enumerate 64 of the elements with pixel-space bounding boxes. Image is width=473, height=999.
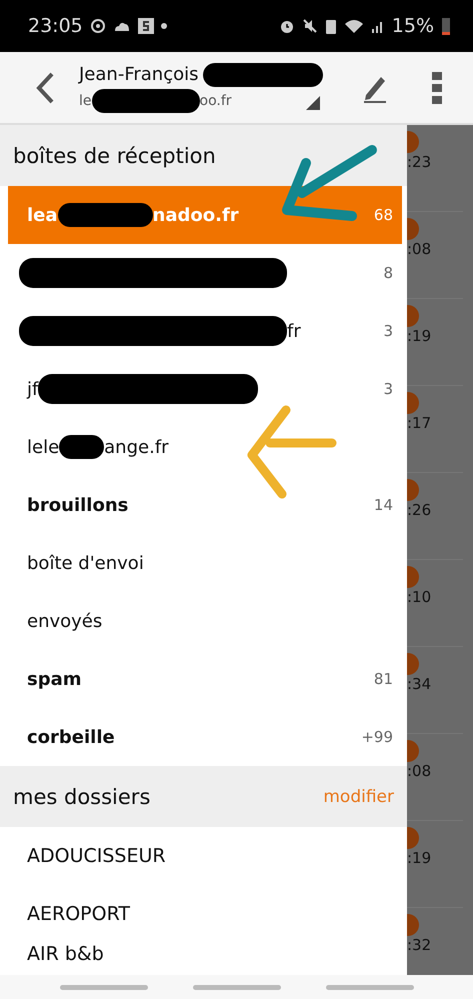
account-label: lele (27, 436, 60, 458)
battery-level: 15% (392, 15, 434, 37)
account-label: jf (27, 378, 38, 400)
redaction-mark (59, 435, 104, 459)
folder-item[interactable]: AIR b&b (0, 943, 407, 971)
dropdown-corner-icon (306, 96, 320, 110)
folder-label: corbeille (27, 726, 115, 748)
account-item[interactable]: jf 3 (0, 360, 407, 418)
account-item[interactable]: fr 3 (0, 302, 407, 360)
alarm-icon (278, 18, 295, 34)
cloud-icon (112, 20, 131, 32)
folder-item[interactable]: ADOUCISSEUR (0, 827, 407, 885)
unread-count: 14 (374, 496, 393, 514)
unread-count: 3 (383, 380, 393, 398)
mute-icon (302, 18, 318, 34)
account-label: ange.fr (104, 436, 169, 458)
folder-label: envoyés (27, 610, 102, 632)
battery-icon (441, 17, 451, 35)
account-item[interactable]: lele ange.fr (0, 418, 407, 476)
more-icon (432, 72, 442, 104)
message-time: :23 (407, 153, 432, 171)
dot-icon (160, 23, 167, 29)
unread-count: +99 (361, 728, 393, 746)
folder-label: brouillons (27, 494, 128, 516)
signal-icon (370, 19, 385, 33)
folder-label: spam (27, 668, 82, 690)
account-email: le (79, 92, 92, 108)
section-title: mes dossiers (13, 784, 150, 808)
folder-item[interactable]: spam 81 (0, 650, 407, 708)
account-label: nadoo.fr (152, 204, 239, 226)
folder-label: boîte d'envoi (27, 552, 144, 574)
sync-icon (90, 18, 106, 34)
account-name: Jean-François (79, 64, 198, 85)
message-time: :10 (407, 588, 432, 606)
message-time: :17 (407, 414, 432, 432)
message-time: :08 (407, 762, 432, 780)
app-icon (138, 18, 154, 34)
nav-handle[interactable] (60, 984, 148, 990)
folder-item[interactable]: envoyés (0, 592, 407, 650)
section-title: boîtes de réception (13, 144, 216, 168)
message-time: :34 (407, 675, 432, 693)
folder-item[interactable]: boîte d'envoi (0, 534, 407, 592)
message-time: :19 (407, 327, 432, 345)
battery-saver-icon (324, 18, 337, 34)
message-time: :32 (407, 936, 432, 954)
message-time: :08 (407, 240, 432, 258)
message-time: :19 (407, 849, 432, 867)
folder-item[interactable]: AEROPORT (0, 885, 407, 943)
folder-item[interactable]: corbeille +99 (0, 708, 407, 766)
nav-handle[interactable] (192, 984, 280, 990)
back-icon (35, 72, 55, 104)
clock: 23:05 (28, 15, 83, 37)
account-label: fr (287, 320, 301, 342)
unread-count: 3 (383, 322, 393, 340)
unread-count: 81 (374, 670, 393, 688)
unread-count: 68 (374, 206, 393, 224)
account-item[interactable]: 8 (0, 244, 407, 302)
folder-item[interactable]: brouillons 14 (0, 476, 407, 534)
nav-handle[interactable] (326, 984, 414, 990)
account-label: lea (27, 204, 58, 226)
wifi-icon (344, 18, 364, 34)
message-time: :26 (407, 501, 432, 519)
unread-count: 8 (383, 264, 393, 282)
account-email: oo.fr (200, 92, 232, 108)
